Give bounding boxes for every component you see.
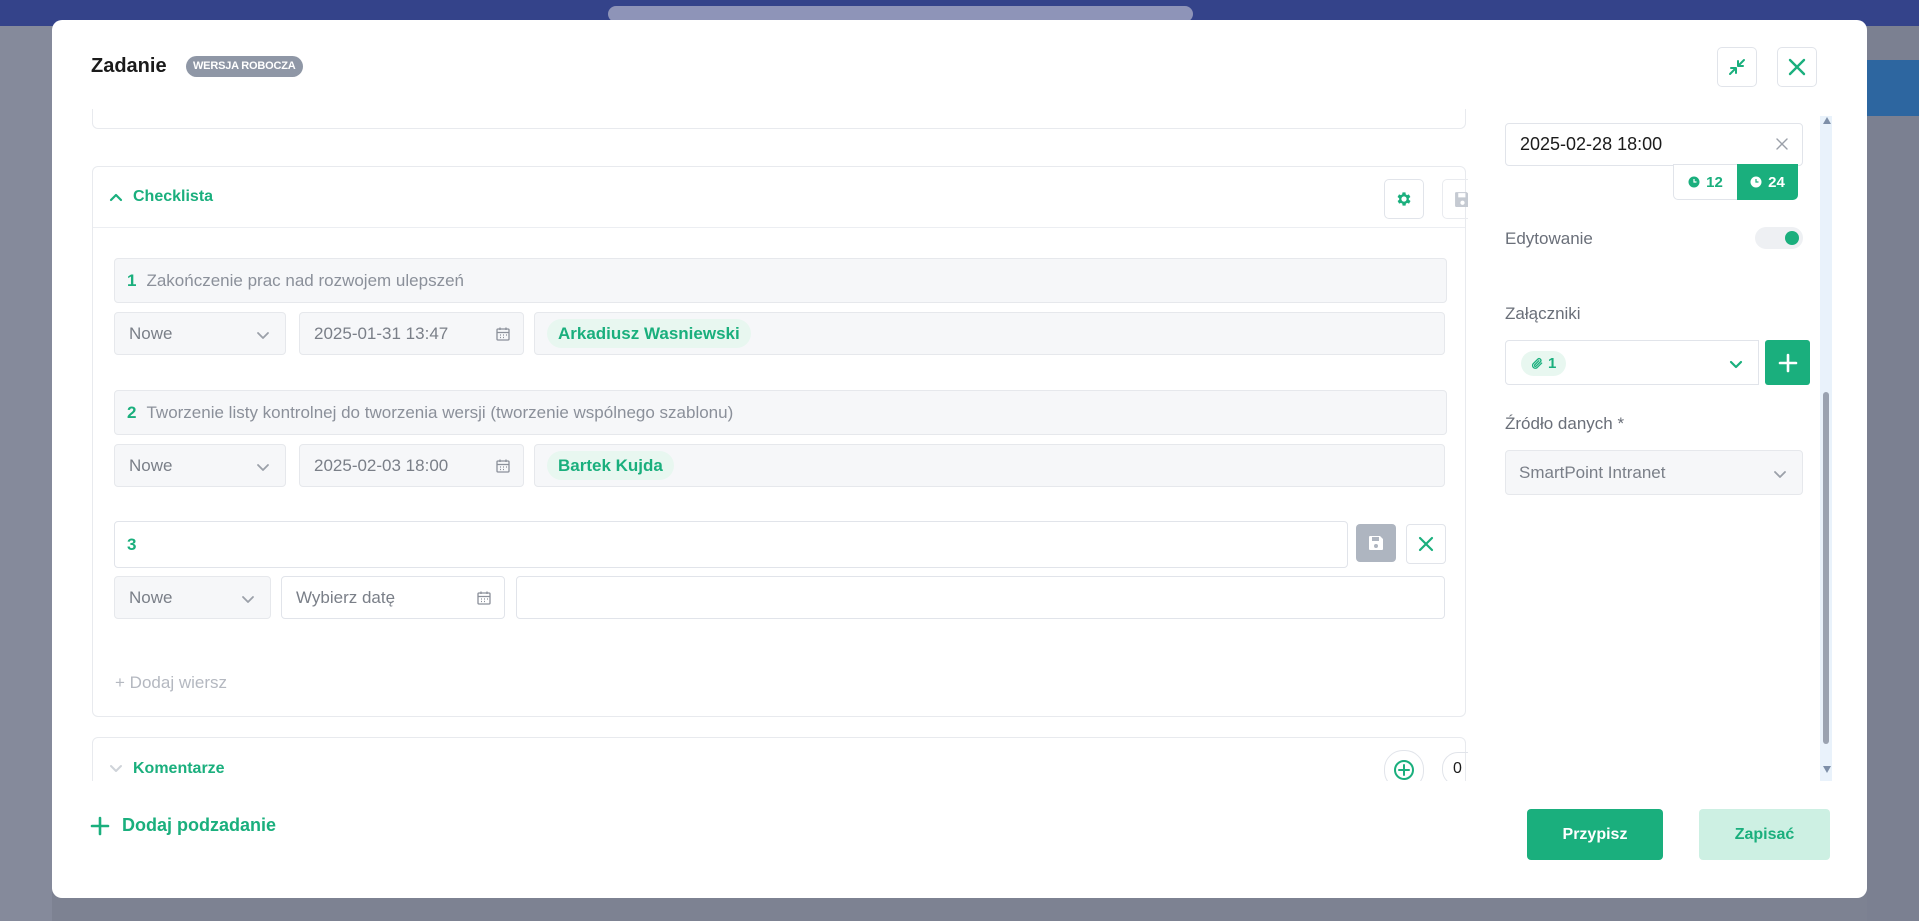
date-value: 2025-02-03 18:00: [314, 455, 449, 475]
task-modal: Zadanie WERSJA ROBOCZA Checklista 1 Zako…: [52, 20, 1867, 898]
calendar-icon[interactable]: [476, 590, 492, 606]
attachments-select[interactable]: 1: [1505, 340, 1759, 385]
close-icon: [1788, 58, 1806, 76]
checklist-save-button[interactable]: [1442, 179, 1468, 219]
comments-section[interactable]: Komentarze 0: [92, 737, 1468, 781]
new-item-date-input[interactable]: Wybierz datę: [281, 576, 505, 619]
date-placeholder: Wybierz datę: [296, 587, 396, 607]
attachments-chip[interactable]: 1: [1521, 351, 1567, 376]
source-value: SmartPoint Intranet: [1519, 462, 1666, 482]
background-panel: [1867, 60, 1919, 116]
modal-title: Zadanie: [91, 55, 167, 77]
attachments-count: 1: [1548, 355, 1557, 372]
assignee-chip[interactable]: Bartek Kujda: [547, 451, 674, 480]
comment-count-badge[interactable]: 0: [1442, 752, 1468, 781]
status-value: Nowe: [129, 587, 173, 607]
item-number: 1: [127, 270, 137, 290]
chevron-down-icon: [1729, 360, 1743, 369]
background-footer: [52, 895, 1867, 921]
chevron-down-icon: [257, 464, 269, 471]
clock-icon: [1750, 176, 1762, 188]
scrollbar-thumb[interactable]: [1823, 392, 1829, 744]
edit-toggle[interactable]: [1755, 227, 1803, 249]
date-value: 2025-01-31 13:47: [314, 323, 449, 343]
add-row-button[interactable]: + Dodaj wiersz: [115, 673, 227, 693]
status-value: Nowe: [129, 323, 173, 343]
assignee-chip[interactable]: Arkadiusz Wasniewski: [547, 319, 751, 348]
source-select[interactable]: SmartPoint Intranet: [1505, 450, 1803, 495]
item-date-input[interactable]: 2025-01-31 13:47: [299, 312, 524, 355]
save-icon: [1454, 191, 1468, 207]
add-row-label: Dodaj wiersz: [129, 673, 227, 692]
checklist-header[interactable]: Checklista: [93, 167, 1468, 228]
attachments-label: Załączniki: [1505, 304, 1581, 323]
chevron-down-icon: [257, 332, 269, 339]
edit-label: Edytowanie: [1505, 229, 1593, 248]
clock-24h-label: 24: [1768, 173, 1785, 191]
checklist-item-title[interactable]: 2 Tworzenie listy kontrolnej do tworzeni…: [114, 390, 1447, 435]
add-attachment-button[interactable]: [1765, 340, 1810, 385]
plus-icon: +: [115, 673, 125, 692]
new-item-title-input[interactable]: 3: [114, 521, 1348, 568]
item-date-input[interactable]: 2025-02-03 18:00: [299, 444, 524, 487]
source-label: Źródło danych *: [1505, 414, 1625, 433]
status-value: Nowe: [129, 455, 173, 475]
new-item-status-select[interactable]: Nowe: [114, 576, 271, 619]
item-number: 3: [127, 534, 137, 554]
checklist-title: Checklista: [133, 188, 214, 205]
save-icon: [1369, 536, 1383, 550]
minimize-icon: [1729, 59, 1745, 75]
checklist-settings-button[interactable]: [1384, 179, 1424, 219]
scroll-down-arrow-icon[interactable]: [1823, 766, 1831, 773]
item-assignee-field[interactable]: Bartek Kujda: [534, 444, 1445, 487]
item-status-select[interactable]: Nowe: [114, 444, 286, 487]
chevron-down-icon: [1774, 471, 1786, 478]
clear-icon[interactable]: [1775, 137, 1789, 151]
chevron-down-icon[interactable]: [108, 760, 124, 776]
paperclip-icon: [1531, 358, 1543, 369]
task-sidebar: 2025-02-28 18:00 12 24 Edytowanie Załącz…: [1492, 109, 1822, 781]
scroll-up-arrow-icon[interactable]: [1823, 117, 1831, 124]
add-subtask-button[interactable]: Dodaj podzadanie: [90, 815, 276, 836]
checklist-item-title[interactable]: 1 Zakończenie prac nad rozwojem ulepszeń: [114, 258, 1447, 303]
previous-section: [92, 109, 1466, 129]
calendar-icon[interactable]: [495, 458, 511, 474]
assign-button[interactable]: Przypisz: [1527, 809, 1663, 860]
clock-12h-toggle[interactable]: 12: [1673, 164, 1737, 200]
deadline-input[interactable]: 2025-02-28 18:00: [1505, 123, 1803, 166]
item-text: Tworzenie listy kontrolnej do tworzenia …: [146, 402, 734, 422]
add-comment-button[interactable]: [1384, 750, 1424, 781]
close-icon: [1418, 536, 1434, 552]
minimize-button[interactable]: [1717, 47, 1757, 87]
item-text: Zakończenie prac nad rozwojem ulepszeń: [146, 270, 464, 290]
draft-badge: WERSJA ROBOCZA: [186, 56, 303, 77]
comments-title: Komentarze: [133, 760, 225, 777]
new-item-save-button[interactable]: [1356, 524, 1396, 562]
add-subtask-label: Dodaj podzadanie: [122, 815, 277, 835]
close-button[interactable]: [1777, 47, 1817, 87]
background-sidebar: [0, 26, 52, 921]
plus-icon: [1778, 353, 1797, 372]
clock-24h-toggle[interactable]: 24: [1737, 164, 1798, 200]
plus-icon: [90, 816, 110, 835]
item-status-select[interactable]: Nowe: [114, 312, 286, 355]
new-item-assignee-input[interactable]: [516, 576, 1445, 619]
clock-12h-label: 12: [1706, 173, 1723, 191]
clock-icon: [1688, 176, 1700, 188]
chevron-down-icon: [242, 596, 254, 603]
gear-icon: [1397, 192, 1411, 206]
calendar-icon[interactable]: [495, 326, 511, 342]
save-button[interactable]: Zapisać: [1699, 809, 1830, 860]
deadline-value: 2025-02-28 18:00: [1520, 134, 1663, 154]
comment-count: 0: [1453, 760, 1462, 777]
chevron-up-icon[interactable]: [108, 189, 124, 205]
toggle-knob: [1785, 231, 1799, 245]
task-content[interactable]: Checklista 1 Zakończenie prac nad rozwoj…: [92, 109, 1468, 781]
item-assignee-field[interactable]: Arkadiusz Wasniewski: [534, 312, 1445, 355]
checklist-section: Checklista 1 Zakończenie prac nad rozwoj…: [92, 166, 1468, 717]
new-item-cancel-button[interactable]: [1406, 524, 1446, 564]
plus-circle-icon: [1394, 760, 1414, 780]
item-number: 2: [127, 402, 137, 422]
